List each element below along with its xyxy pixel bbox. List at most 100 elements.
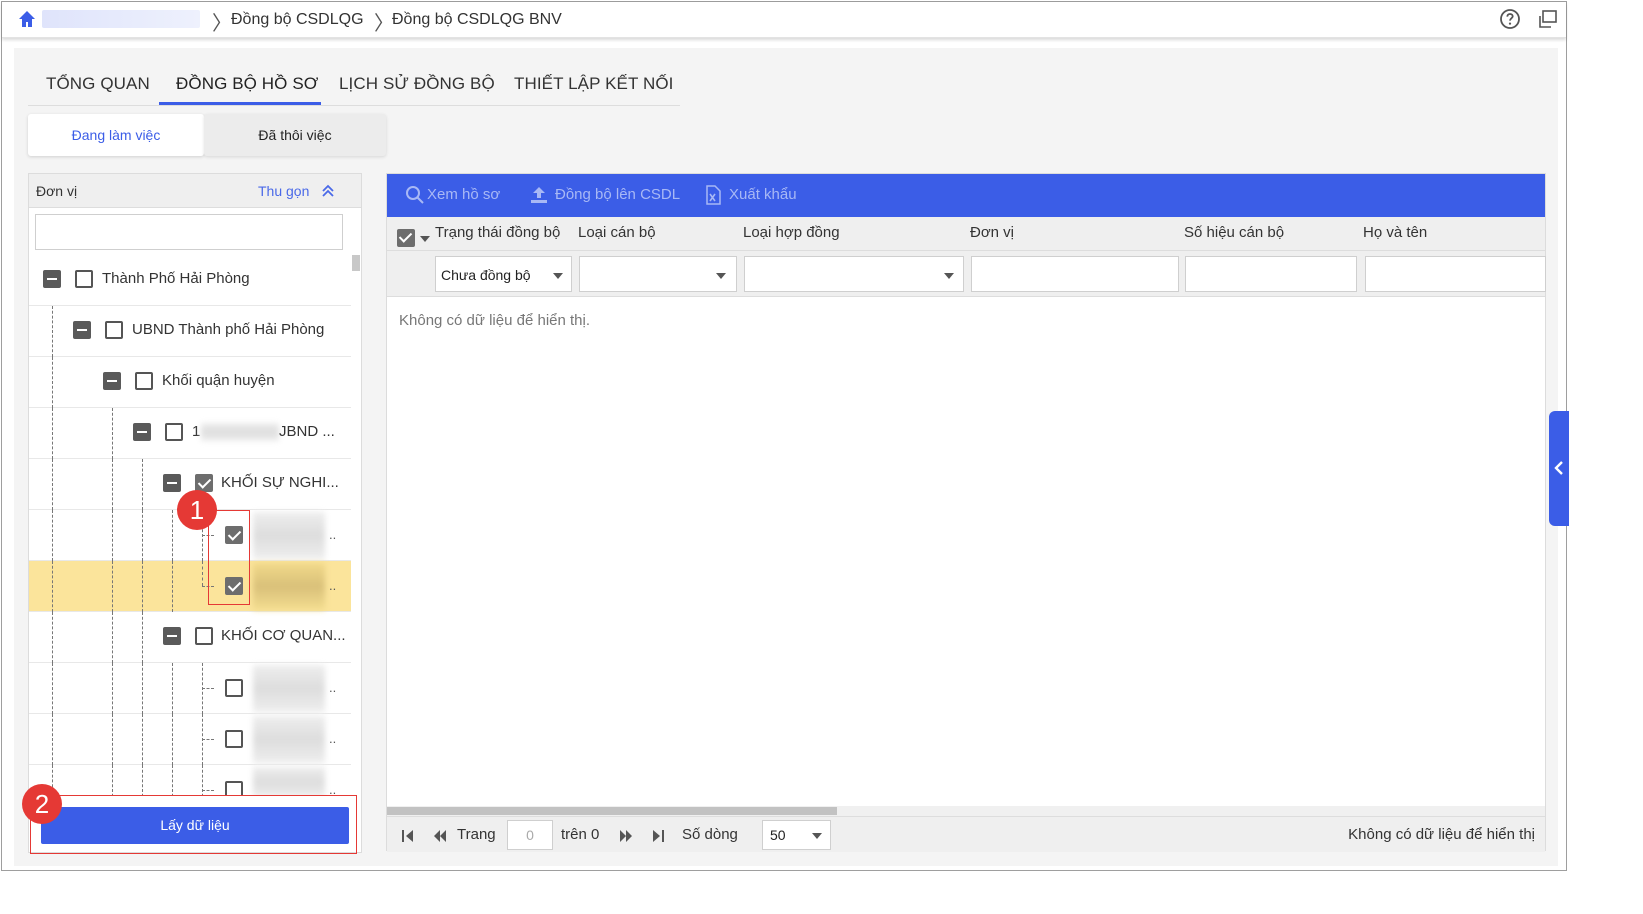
subtab-resigned[interactable]: Đã thôi việc	[204, 114, 386, 156]
search-icon[interactable]	[405, 185, 425, 205]
annotation-marker-1: 1	[177, 490, 217, 530]
tree-node[interactable]: KHỐI CƠ QUAN...	[29, 612, 351, 663]
tree-node[interactable]: UBND Thành phố Hải Phòng	[29, 306, 351, 357]
column-header[interactable]: Số hiệu cán bộ	[1184, 224, 1284, 241]
tab-overview[interactable]: TỔNG QUAN	[46, 74, 150, 94]
unit-tree-title: Đơn vị	[36, 183, 78, 199]
collapse-node-icon[interactable]	[163, 474, 181, 492]
grid-header: Trạng thái đồng bộ Loại cán bộ Loại hợp …	[387, 217, 1545, 251]
node-checkbox[interactable]	[195, 627, 213, 645]
annotation-box-2	[30, 795, 357, 854]
help-icon[interactable]	[1499, 8, 1521, 30]
tab-sync-records[interactable]: ĐỒNG BỘ HỒ SƠ	[176, 74, 318, 94]
column-header[interactable]: Đơn vị	[970, 224, 1014, 241]
rows-per-page-select[interactable]: 50	[762, 820, 831, 850]
collapse-node-icon[interactable]	[133, 423, 151, 441]
tree-node-selected[interactable]: ..	[29, 561, 351, 612]
select-all-checkbox[interactable]	[397, 229, 415, 247]
last-page-icon[interactable]	[651, 830, 665, 842]
status-filter-value: Chưa đồng bộ	[441, 267, 531, 283]
node-checkbox[interactable]	[135, 372, 153, 390]
pagination-status: Không có dữ liệu để hiển thị	[1348, 826, 1535, 843]
first-page-icon[interactable]	[401, 830, 415, 842]
breadcrumb-item[interactable]: Đồng bộ CSDLQG	[231, 11, 364, 29]
tree-node-label: Khối quận huyện	[162, 372, 275, 389]
annotation-box-1	[208, 510, 250, 605]
redacted-text	[253, 716, 325, 763]
column-header[interactable]: Loại hợp đồng	[743, 224, 840, 241]
collapse-node-icon[interactable]	[163, 627, 181, 645]
tree-node[interactable]: ..	[29, 714, 351, 765]
horizontal-scrollbar-thumb[interactable]	[387, 807, 837, 815]
records-grid-panel: Xem hồ sơ Đồng bộ lên CSDL Xuất khẩu Trạ…	[386, 173, 1546, 852]
column-header[interactable]: Họ và tên	[1363, 224, 1427, 241]
tree-node-label: KHỐI CƠ QUAN...	[221, 627, 346, 644]
horizontal-scrollbar[interactable]	[387, 806, 1545, 816]
chevron-down-icon	[553, 273, 563, 279]
redacted-text	[253, 767, 325, 795]
export-button[interactable]: Xuất khẩu	[729, 186, 797, 203]
grid-filter-row: Chưa đồng bộ	[387, 251, 1546, 297]
full-name-filter-input[interactable]	[1365, 256, 1546, 292]
tab-bar: TỔNG QUAN ĐỒNG BỘ HỒ SƠ LỊCH SỬ ĐỒNG BỘ …	[28, 68, 680, 106]
upload-icon[interactable]	[529, 185, 549, 205]
chevron-down-icon	[944, 273, 954, 279]
previous-page-icon[interactable]	[433, 830, 447, 842]
collapse-link[interactable]: Thu gọn	[258, 183, 309, 199]
collapse-node-icon[interactable]	[73, 321, 91, 339]
chevron-down-icon[interactable]	[420, 236, 430, 242]
node-checkbox[interactable]	[225, 730, 243, 748]
chevron-right-icon: 〉	[374, 11, 394, 35]
redacted-text	[253, 563, 325, 610]
sync-to-db-button[interactable]: Đồng bộ lên CSDL	[555, 186, 680, 203]
node-checkbox[interactable]	[75, 270, 93, 288]
unit-filter-input[interactable]	[971, 256, 1179, 292]
staff-id-filter-input[interactable]	[1185, 256, 1357, 292]
tree-node-label: UBND Thành phố Hải Phòng	[132, 321, 325, 338]
redacted-text	[253, 665, 325, 712]
rows-per-page-label: Số dòng	[682, 826, 738, 843]
page-total-label: trên 0	[561, 826, 600, 843]
tab-connection-settings[interactable]: THIẾT LẬP KẾT NỐI	[514, 74, 673, 94]
staff-type-filter-select[interactable]	[579, 256, 737, 292]
column-header[interactable]: Trạng thái đồng bộ	[435, 224, 560, 241]
chevron-left-icon	[1554, 461, 1563, 475]
main-content: TỔNG QUAN ĐỒNG BỘ HỒ SƠ LỊCH SỬ ĐỒNG BỘ …	[14, 48, 1558, 866]
unit-search-input[interactable]	[35, 214, 343, 250]
status-filter-select[interactable]: Chưa đồng bộ	[435, 256, 572, 292]
tree-node[interactable]: ..	[29, 765, 351, 795]
empty-grid-message: Không có dữ liệu để hiển thị.	[399, 312, 591, 329]
node-checkbox[interactable]	[105, 321, 123, 339]
excel-export-icon[interactable]	[703, 185, 723, 205]
redacted-text	[253, 512, 325, 559]
node-checkbox[interactable]	[225, 679, 243, 697]
contract-type-filter-select[interactable]	[744, 256, 964, 292]
chevron-down-icon	[716, 273, 726, 279]
tab-sync-history[interactable]: LỊCH SỬ ĐỒNG BỘ	[339, 74, 495, 94]
view-record-button[interactable]: Xem hồ sơ	[427, 186, 500, 203]
breadcrumb-root-redacted[interactable]	[42, 10, 200, 28]
node-checkbox[interactable]	[225, 781, 243, 795]
node-checkbox[interactable]	[165, 423, 183, 441]
tree-node[interactable]: Thành Phố Hải Phòng	[29, 255, 351, 306]
next-page-icon[interactable]	[619, 830, 633, 842]
side-panel-toggle[interactable]	[1549, 411, 1569, 526]
popout-icon[interactable]	[1537, 8, 1559, 30]
page-label: Trang	[457, 826, 496, 843]
active-tab-indicator	[159, 102, 321, 105]
page-number-input[interactable]: 0	[507, 820, 553, 850]
collapse-node-icon[interactable]	[43, 270, 61, 288]
tree-node[interactable]: 1 JBND ...	[29, 408, 351, 459]
chevron-down-icon	[812, 833, 822, 839]
tree-node[interactable]: Khối quận huyện	[29, 357, 351, 408]
column-header[interactable]: Loại cán bộ	[578, 224, 656, 241]
tree-node[interactable]: ..	[29, 663, 351, 714]
tree-node-ellipsis: ..	[329, 578, 337, 593]
home-icon[interactable]	[17, 9, 37, 29]
top-bar: 〉 Đồng bộ CSDLQG 〉 Đồng bộ CSDLQG BNV	[2, 2, 1566, 38]
tree-scrollbar[interactable]	[352, 255, 360, 271]
collapse-node-icon[interactable]	[103, 372, 121, 390]
double-chevron-up-icon[interactable]	[321, 184, 335, 198]
subtab-working[interactable]: Đang làm việc	[28, 114, 204, 156]
tree-node-label-suffix: JBND ...	[279, 423, 335, 440]
